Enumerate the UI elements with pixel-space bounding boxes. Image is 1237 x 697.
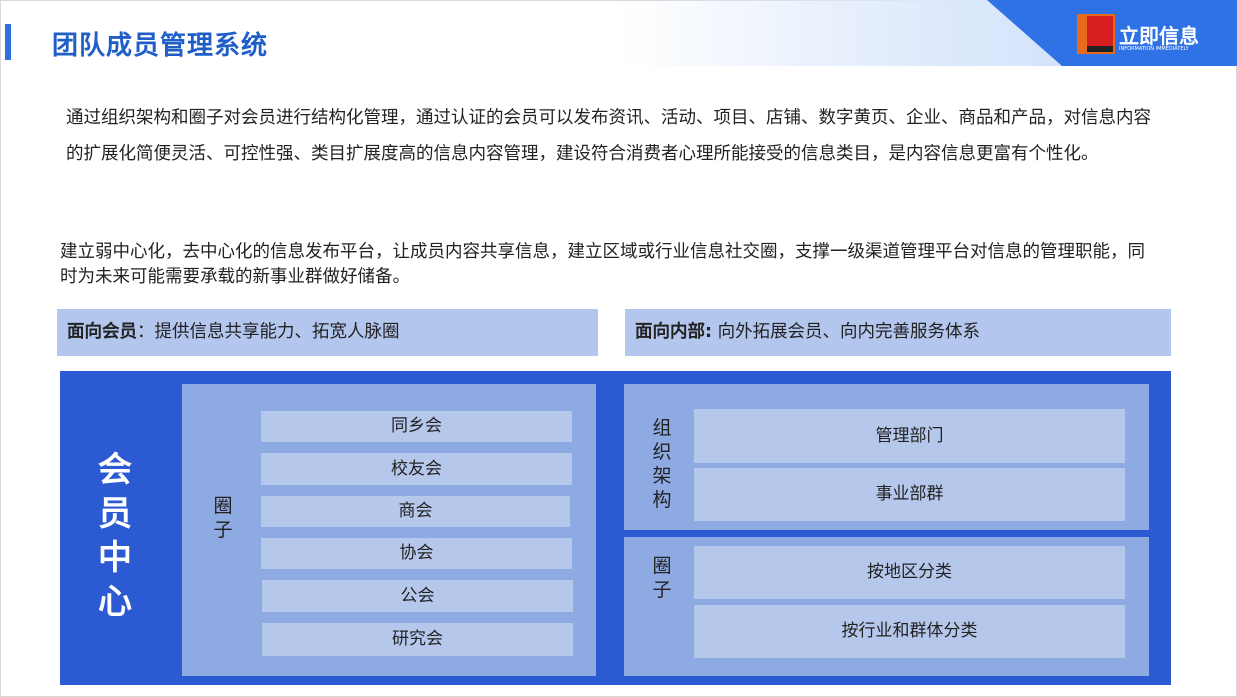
circle-item: 协会 [261,538,572,569]
logo-text: 立即信息 [1119,24,1199,48]
internal-facing-band: 面向内部: 向外拓展会员、向内完善服务体系 [625,309,1171,356]
circle-item: 研究会 [262,623,573,656]
internal-circles-label: 圈子 [652,555,672,601]
logo-mark-dark [1087,46,1113,52]
brand-logo: 立即信息 INFORMATION IMMEDIATELY [1077,14,1207,60]
circle-item: 公会 [262,580,573,612]
member-center-title: 会员中心 [98,450,132,622]
org-structure-label: 组织架构 [652,417,672,511]
internal-facing-text: 向外拓展会员、向内完善服务体系 [712,322,981,342]
page-title: 团队成员管理系统 [52,31,269,61]
internal-circle-item: 按地区分类 [694,546,1125,599]
title-accent-bar [5,24,11,60]
logo-mark [1077,14,1115,54]
intro-paragraph-1: 通过组织架构和圈子对会员进行结构化管理，通过认证的会员可以发布资讯、活动、项目、… [66,108,1151,164]
intro-paragraph-2: 建立弱中心化，去中心化的信息发布平台，让成员内容共享信息，建立区域或行业信息社交… [60,242,1145,287]
circle-item: 同乡会 [261,411,572,442]
logo-mark-red [1087,16,1113,46]
internal-facing-heading: 面向内部: [635,322,712,342]
circles-panel-label: 圈子 [213,495,233,541]
internal-circle-item: 按行业和群体分类 [694,605,1125,658]
org-item: 事业部群 [694,468,1125,521]
org-item: 管理部门 [694,409,1125,463]
circle-item: 校友会 [261,453,572,485]
member-facing-band: 面向会员：提供信息共享能力、拓宽人脉圈 [57,309,598,356]
member-facing-heading: 面向会员 [67,322,137,342]
logo-subtitle: INFORMATION IMMEDIATELY [1119,46,1189,52]
circle-item: 商会 [261,496,570,527]
member-facing-text: ：提供信息共享能力、拓宽人脉圈 [137,322,400,342]
